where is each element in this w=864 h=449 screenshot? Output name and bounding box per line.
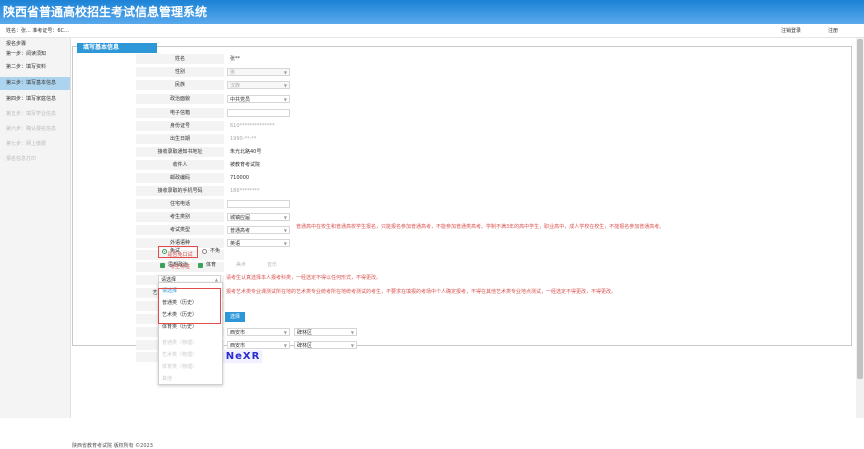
- gender-select: 男 ▼: [227, 68, 290, 76]
- scrollbar-thumb[interactable]: [857, 39, 863, 379]
- check-pe[interactable]: [198, 263, 203, 268]
- email-input[interactable]: [227, 109, 290, 117]
- label-idcard: 身份证号: [136, 121, 224, 131]
- dropdown-highlight: [158, 288, 221, 324]
- label-ethnicity: 民族: [136, 80, 224, 90]
- label-mail-address: 接收录取通知书地址: [136, 147, 224, 157]
- sidebar-step-1[interactable]: 第一步：阅读须知: [0, 48, 70, 61]
- sidebar-step-3[interactable]: 第三步：填写基本信息: [0, 77, 70, 90]
- radio-not-exempt[interactable]: [202, 249, 207, 254]
- dropdown-option: 艺术类（物理）: [162, 352, 198, 358]
- chevron-down-icon: ▼: [350, 330, 354, 335]
- chevron-down-icon: ▼: [283, 97, 287, 102]
- main-content: 填写基本信息 姓名 张** 性别 男 ▼ 民族 汉族 ▼ 政治面貌 中共党员 ▼ 电子…: [72, 38, 854, 449]
- hukou-city-select[interactable]: 西安市 ▼: [227, 341, 290, 349]
- chevron-down-icon: ▼: [283, 241, 287, 246]
- label-exam-category: 考生类别: [136, 212, 224, 222]
- chevron-down-icon: ▼: [283, 83, 287, 88]
- ethnicity-select: 汉族 ▼: [227, 81, 290, 89]
- logout-link[interactable]: 注销登录: [781, 27, 801, 34]
- sidebar-step-8: 报名信息打印: [6, 156, 37, 162]
- dropdown-option: 其他: [162, 376, 173, 382]
- tel-input[interactable]: [227, 200, 290, 208]
- label-phone: 接收录取的手机号码: [136, 186, 224, 196]
- school-city-select[interactable]: 西安市 ▼: [227, 328, 290, 336]
- check-pe-label: 体育: [206, 262, 217, 268]
- top-header: 陕西省普通高校招生考试信息管理系统: [0, 0, 864, 24]
- sidebar-step-6: 第六步：确认报名信息: [6, 126, 57, 132]
- label-exam-type: 考试类型: [136, 225, 224, 235]
- label-gender: 性别: [136, 67, 224, 77]
- check-music-label: 音乐: [267, 262, 278, 268]
- chevron-down-icon: ▼: [283, 330, 287, 335]
- foreign-lang-select[interactable]: 英语 ▼: [227, 239, 290, 247]
- sidebar-step-5: 第五步：填写学业信息: [6, 111, 57, 117]
- radio-exempt-label: 免试: [170, 248, 181, 254]
- subject-note: 请考生认真选择本人报考科类，一经选定不得以任何形式，不得更改。: [226, 275, 382, 281]
- select-school-button[interactable]: 选择: [225, 312, 245, 322]
- login-info: 姓名：张... 准考证号：6C...: [6, 28, 69, 34]
- chevron-down-icon: ▼: [283, 70, 287, 75]
- register-link[interactable]: 注册: [828, 27, 838, 34]
- hukou-district-select[interactable]: 碑林区 ▼: [294, 341, 357, 349]
- value-mail-address[interactable]: 朱光北路40号: [230, 147, 261, 157]
- exam-type-note: 普通高中在校生和普通高校学生报名，只能报名参加普通高考，不能参加普通类高考。学制…: [296, 224, 665, 230]
- check-art-label: 美术: [236, 262, 247, 268]
- label-political: 政治面貌: [136, 94, 224, 104]
- page-footer: 陕西省教育考试院 版权所有 ©2023: [72, 443, 153, 449]
- label-recipient: 收件人: [136, 160, 224, 170]
- dropdown-option: 普通类（物理）: [162, 340, 198, 346]
- label-birthdate: 出生日期: [136, 134, 224, 144]
- value-idcard: 610**************: [230, 123, 275, 129]
- dropdown-option[interactable]: 体育类（历史）: [162, 323, 197, 330]
- captcha-image[interactable]: NeXR: [224, 350, 262, 363]
- steps-sidebar: 报名步骤 第一步：阅读须知 第二步：填写资料 第三步：填写基本信息 第四步：填写…: [0, 38, 71, 418]
- value-postcode[interactable]: 710000: [230, 173, 249, 183]
- label-email: 电子信箱: [136, 108, 224, 118]
- sidebar-step-4[interactable]: 第四步：填写家庭信息: [0, 93, 70, 106]
- value-phone[interactable]: 186********: [230, 186, 260, 196]
- chevron-down-icon: ▼: [283, 228, 287, 233]
- art-note: 报考艺术类专业课测试所在地的艺术类专业统考所在地统考测试的考生，不要求在填报的考…: [226, 289, 617, 295]
- sidebar-title: 报名步骤: [6, 41, 27, 47]
- fieldset-legend: 填写基本信息: [77, 43, 157, 53]
- political-select[interactable]: 中共党员 ▼: [227, 95, 290, 103]
- chevron-down-icon: ▼: [283, 215, 287, 220]
- radio-exempt[interactable]: [162, 249, 167, 254]
- user-info-bar: 姓名：张... 准考证号：6C... 注销登录 注册: [0, 24, 864, 38]
- label-name: 姓名: [136, 54, 224, 64]
- dropdown-option: 体育类（物理）: [162, 364, 198, 370]
- exam-type-select[interactable]: 普通高考 ▼: [227, 226, 290, 234]
- label-postcode: 邮政编码: [136, 173, 224, 183]
- chevron-down-icon: ▼: [350, 343, 354, 348]
- value-recipient[interactable]: 被教育考试院: [230, 160, 260, 170]
- label-tel: 住宅电话: [136, 199, 224, 209]
- value-name: 张**: [230, 56, 241, 62]
- check-politics[interactable]: [160, 263, 165, 268]
- sidebar-step-2[interactable]: 第二步：填写资料: [0, 61, 70, 74]
- check-politics-label: 思想政治: [168, 262, 189, 268]
- sidebar-step-7: 第七步：网上缴费: [6, 141, 47, 147]
- value-birthdate: 1990-**-**: [230, 136, 257, 142]
- chevron-down-icon: ▼: [283, 343, 287, 348]
- system-title: 陕西省普通高校招生考试信息管理系统: [3, 5, 208, 19]
- exam-category-select[interactable]: 城镇应届 ▼: [227, 213, 290, 221]
- radio-not-exempt-label: 不免: [210, 248, 221, 254]
- school-district-select[interactable]: 碑林区 ▼: [294, 328, 357, 336]
